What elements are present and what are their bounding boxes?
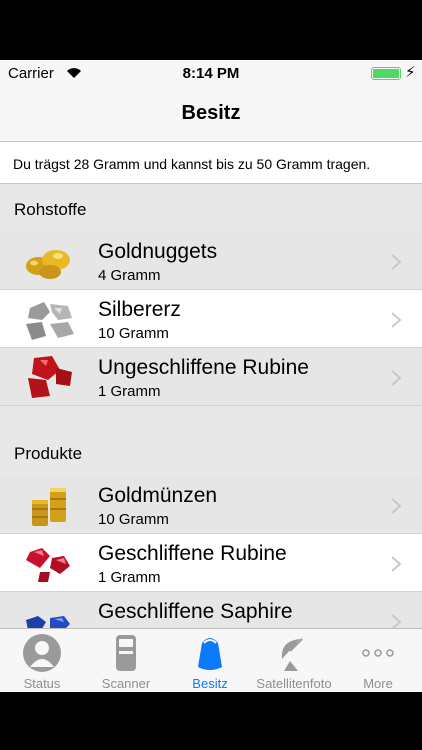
item-amount: 1 Gramm bbox=[98, 569, 161, 586]
item-name: Geschliffene Rubine bbox=[98, 542, 287, 565]
page-title: Besitz bbox=[181, 102, 241, 124]
tab-label: Scanner bbox=[101, 676, 151, 691]
section-header-produkte: Produkte bbox=[0, 428, 422, 476]
cut-ruby-icon bbox=[26, 548, 70, 582]
tab-besitz[interactable]: Besitz bbox=[168, 629, 252, 692]
charging-icon: ⚡ bbox=[405, 64, 416, 81]
section-title: Produkte bbox=[14, 444, 83, 463]
gold-coins-icon bbox=[32, 488, 66, 526]
status-bar: Carrier 8:14 PM ⚡ bbox=[0, 60, 422, 86]
gold-nugget-icon bbox=[26, 250, 70, 279]
satellite-dish-icon bbox=[281, 638, 303, 671]
backpack-icon bbox=[198, 638, 222, 670]
section-gap bbox=[0, 406, 422, 428]
bottom-bezel bbox=[0, 692, 422, 750]
tab-status[interactable]: Status bbox=[0, 629, 84, 692]
chevron-right-icon bbox=[391, 254, 402, 270]
item-name: Goldnuggets bbox=[98, 240, 218, 263]
list-item-ungeschliffene-rubine[interactable]: Ungeschliffene Rubine 1 Gramm bbox=[0, 348, 422, 406]
carry-capacity-info: Du trägst 28 Gramm und kannst bis zu 50 … bbox=[0, 142, 422, 184]
tab-scanner[interactable]: Scanner bbox=[84, 629, 168, 692]
clock: 8:14 PM bbox=[182, 65, 240, 82]
tab-satellitenfoto[interactable]: Satellitenfoto bbox=[252, 629, 336, 692]
item-name: Goldmünzen bbox=[98, 484, 218, 507]
list-item-silbererz[interactable]: Silbererz 10 Gramm bbox=[0, 290, 422, 348]
battery-icon bbox=[371, 67, 401, 80]
list-item-geschliffene-rubine[interactable]: Geschliffene Rubine 1 Gramm bbox=[0, 534, 422, 592]
chevron-right-icon bbox=[391, 498, 402, 514]
item-amount: 4 Gramm bbox=[98, 267, 161, 284]
app-screen: Carrier 8:14 PM ⚡ Besitz Du trägst 28 Gr… bbox=[0, 60, 422, 692]
chevron-right-icon bbox=[391, 556, 402, 572]
list-item-goldmuenzen[interactable]: Goldmünzen 10 Gramm bbox=[0, 476, 422, 534]
more-icon bbox=[362, 649, 394, 657]
item-amount: 10 Gramm bbox=[98, 511, 169, 528]
list-item-goldnuggets[interactable]: Goldnuggets 4 Gramm bbox=[0, 232, 422, 290]
tab-label: More bbox=[363, 676, 393, 691]
section-header-rohstoffe: Rohstoffe bbox=[0, 184, 422, 232]
person-icon bbox=[23, 634, 61, 672]
tab-label: Satellitenfoto bbox=[256, 676, 332, 691]
navigation-bar: Besitz bbox=[0, 86, 422, 142]
tab-bar: Status Scanner Besitz Satellitenfoto Mor… bbox=[0, 628, 422, 692]
tab-more[interactable]: More bbox=[336, 629, 420, 692]
item-name: Geschliffene Saphire bbox=[98, 600, 293, 623]
section-title: Rohstoffe bbox=[14, 200, 87, 219]
chevron-right-icon bbox=[391, 370, 402, 386]
top-bezel bbox=[0, 0, 422, 60]
tab-label: Besitz bbox=[192, 676, 228, 691]
item-amount: 10 Gramm bbox=[98, 325, 169, 342]
item-name: Ungeschliffene Rubine bbox=[98, 356, 309, 379]
chevron-right-icon bbox=[391, 312, 402, 328]
scanner-icon bbox=[116, 635, 136, 671]
carry-capacity-text: Du trägst 28 Gramm und kannst bis zu 50 … bbox=[13, 156, 371, 172]
item-amount: 1 Gramm bbox=[98, 383, 161, 400]
raw-ruby-icon bbox=[28, 356, 72, 398]
silver-ore-icon bbox=[26, 302, 74, 340]
item-name: Silbererz bbox=[98, 298, 181, 321]
tab-label: Status bbox=[23, 676, 61, 691]
